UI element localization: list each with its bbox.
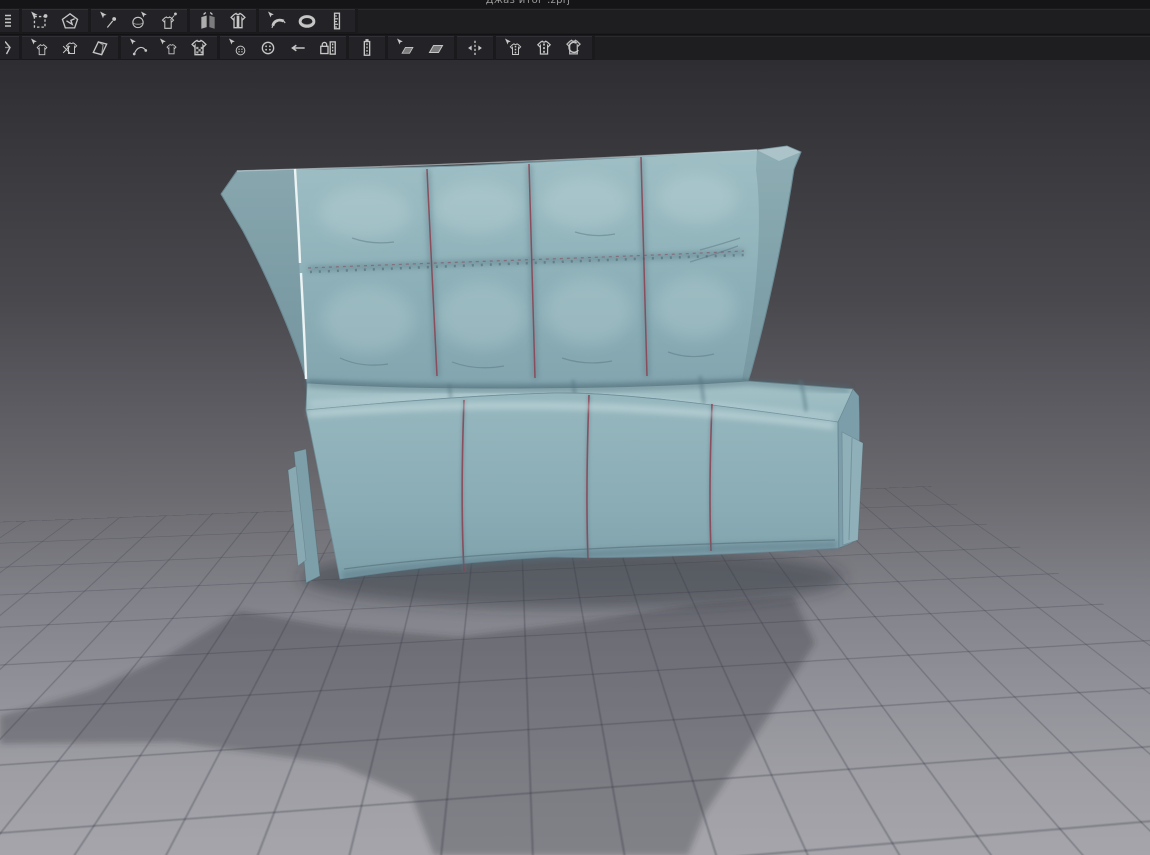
symmetric-arrange-tool-button[interactable] [462, 37, 488, 59]
toolbar-group-plane [388, 36, 454, 60]
toolbar-row-1 [0, 8, 1150, 35]
lock-zipper-icon [318, 38, 338, 58]
pin-icon [129, 11, 149, 31]
zipper-tool-button[interactable] [354, 37, 380, 59]
viewport-3d[interactable] [0, 60, 1150, 855]
symmetric-arrange-icon [465, 38, 485, 58]
select-garment-icon [30, 38, 50, 58]
tack-on-avatar-tool-button[interactable] [225, 10, 251, 32]
select-plane-icon [396, 38, 416, 58]
sofa-right-skirt [842, 432, 863, 545]
toolbar-group-zipper [349, 36, 385, 60]
select-pin-icon [99, 11, 119, 31]
circumference-tape-icon [297, 11, 317, 31]
tack-on-avatar-icon [228, 11, 248, 31]
edit-pattern-icon [60, 11, 80, 31]
attach-button-icon [258, 38, 278, 58]
select-texture-tool-button[interactable] [156, 37, 182, 59]
select-plane-tool-button[interactable] [393, 37, 419, 59]
toolbar-empty-area [595, 36, 1150, 60]
edit-texture-tool-button[interactable] [186, 37, 212, 59]
select-button-tool-button[interactable] [225, 37, 251, 59]
edit-texture-icon [189, 38, 209, 58]
mirror-plane-tool-button[interactable] [423, 37, 449, 59]
toolbar-row-2 [0, 35, 1150, 62]
transform-pattern-icon [30, 11, 50, 31]
cast-shadow [0, 548, 844, 855]
toolbar-group-buttons [220, 36, 346, 60]
sofa-model[interactable] [221, 146, 863, 583]
fold-arrangement-tool-button[interactable] [195, 10, 221, 32]
mirror-plane-icon [426, 38, 446, 58]
circumference-tape-tool-button[interactable] [294, 10, 320, 32]
select-garment-tool-button[interactable] [27, 37, 53, 59]
fold-garment-icon [90, 38, 110, 58]
toolbar-group-sewing-texture [121, 36, 217, 60]
select-button-icon [228, 38, 248, 58]
toolbar-group-clipped-2 [0, 36, 19, 60]
edit-pattern-tool-button[interactable] [57, 10, 83, 32]
toolbar-group-arrangement [190, 9, 256, 33]
stitch-icon [534, 38, 554, 58]
attach-button-tool-button[interactable] [255, 37, 281, 59]
scene-svg [0, 60, 1150, 855]
attach-buttonhole-icon [288, 38, 308, 58]
toolbar-empty-area [358, 9, 1150, 33]
pattern-list-tool-button[interactable] [5, 10, 14, 32]
brush-icon [5, 39, 14, 57]
remove-garment-tool-button[interactable] [57, 37, 83, 59]
select-pin-tool-button[interactable] [96, 10, 122, 32]
toolbar-group-symmetry [457, 36, 493, 60]
toolbar-group-clipped-1 [0, 9, 19, 33]
toolbar-group-stitch [496, 36, 592, 60]
toolbar-group-measure [259, 9, 355, 33]
pattern-list-icon [5, 12, 14, 30]
sofa-left-wing [221, 168, 307, 383]
tack-garment-tool-button[interactable] [156, 10, 182, 32]
stitch-tool-button[interactable] [531, 37, 557, 59]
rotate-texture-tool-button[interactable] [561, 37, 587, 59]
rotate-texture-icon [564, 38, 584, 58]
zipper-icon [357, 38, 377, 58]
select-texture-icon [159, 38, 179, 58]
marvelous-designer-window: Джаз итог .zprj [0, 0, 1150, 855]
brush-tool-button[interactable] [5, 37, 14, 59]
ruler-icon [327, 11, 347, 31]
tape-measure-icon [267, 11, 287, 31]
ruler-tool-button[interactable] [324, 10, 350, 32]
toolbar-group-pins [91, 9, 187, 33]
toolbar-group-garment [22, 36, 118, 60]
edit-stitch-icon [504, 38, 524, 58]
lock-zipper-tool-button[interactable] [315, 37, 341, 59]
window-title: Джаз итог .zprj [486, 0, 571, 8]
remove-garment-icon [60, 38, 80, 58]
tack-garment-icon [159, 11, 179, 31]
attach-buttonhole-tool-button[interactable] [285, 37, 311, 59]
fold-arrangement-icon [198, 11, 218, 31]
edit-stitch-tool-button[interactable] [501, 37, 527, 59]
toolbar-group-pattern [22, 9, 88, 33]
fold-garment-tool-button[interactable] [87, 37, 113, 59]
pin-tool-button[interactable] [126, 10, 152, 32]
edit-sewing-tool-button[interactable] [126, 37, 152, 59]
tape-measure-tool-button[interactable] [264, 10, 290, 32]
transform-pattern-tool-button[interactable] [27, 10, 53, 32]
edit-sewing-icon [129, 38, 149, 58]
window-titlebar: Джаз итог .zprj [0, 0, 1150, 8]
